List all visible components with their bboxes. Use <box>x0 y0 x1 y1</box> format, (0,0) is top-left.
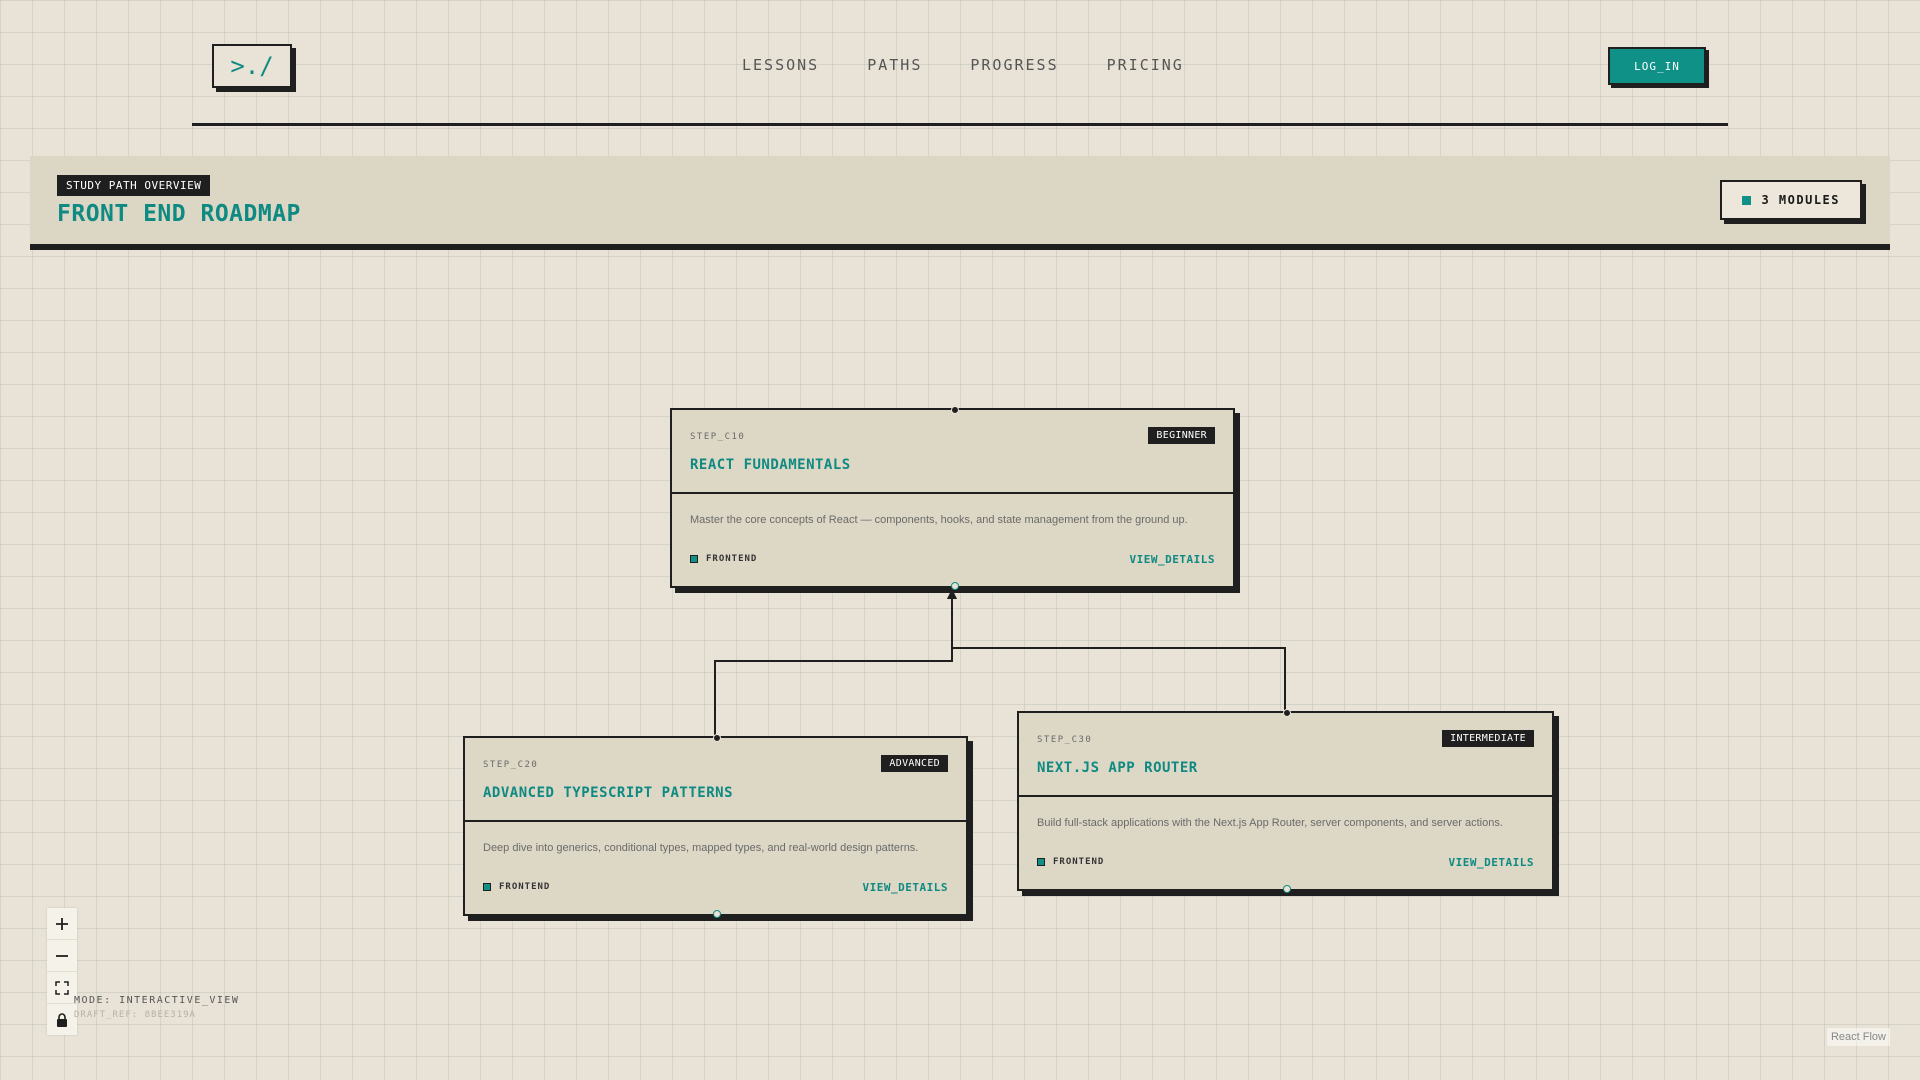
node-title: NEXT.JS APP ROUTER <box>1037 760 1198 776</box>
square-icon <box>483 883 491 891</box>
lock-icon <box>57 1012 67 1027</box>
node-header: STEP_C20 ADVANCED ADVANCED TYPESCRIPT PA… <box>465 738 966 822</box>
react-flow-attribution[interactable]: React Flow <box>1826 1028 1890 1046</box>
lock-button[interactable] <box>47 1004 77 1035</box>
level-badge: BEGINNER <box>1148 427 1215 444</box>
target-handle[interactable] <box>951 406 959 414</box>
level-badge: ADVANCED <box>881 755 948 772</box>
modules-badge: 3 MODULES <box>1720 180 1862 220</box>
target-handle[interactable] <box>713 734 721 742</box>
fit-view-icon <box>55 980 69 995</box>
section-label: STUDY PATH OVERVIEW <box>57 175 211 196</box>
step-id: STEP_C30 <box>1037 735 1093 745</box>
source-handle[interactable] <box>713 910 721 918</box>
step-id: STEP_C20 <box>483 760 539 770</box>
node-description: Master the core concepts of React — comp… <box>690 514 1188 526</box>
logo[interactable]: >./ <box>212 44 292 88</box>
square-icon <box>1037 858 1045 866</box>
nav-links: LESSONS PATHS PROGRESS PRICING <box>742 56 1184 74</box>
node-description: Deep dive into generics, conditional typ… <box>483 842 919 854</box>
step-id: STEP_C10 <box>690 432 746 442</box>
target-handle[interactable] <box>1283 709 1291 717</box>
flow-controls <box>47 908 77 1035</box>
zoom-out-button[interactable] <box>47 940 77 972</box>
tag-label: FRONTEND <box>499 882 551 892</box>
edge-c20-c10 <box>714 589 957 735</box>
login-button[interactable]: LOG_IN <box>1608 47 1706 85</box>
node-header: STEP_C10 BEGINNER REACT FUNDAMENTALS <box>672 410 1233 494</box>
level-badge: INTERMEDIATE <box>1442 730 1534 747</box>
view-details-link[interactable]: VIEW_DETAILS <box>863 881 948 894</box>
node-advanced-typescript[interactable]: STEP_C20 ADVANCED ADVANCED TYPESCRIPT PA… <box>463 734 968 918</box>
node-title: ADVANCED TYPESCRIPT PATTERNS <box>483 785 734 801</box>
node-tag: FRONTEND <box>690 554 757 564</box>
nav-progress[interactable]: PROGRESS <box>970 56 1058 74</box>
source-handle[interactable] <box>951 582 959 590</box>
edge-c30-c10 <box>947 589 1286 710</box>
node-react-fundamentals[interactable]: STEP_C10 BEGINNER REACT FUNDAMENTALS Mas… <box>670 406 1235 590</box>
top-nav: >./ LESSONS PATHS PROGRESS PRICING LOG_I… <box>192 0 1728 126</box>
minus-icon <box>56 954 68 957</box>
node-description: Build full-stack applications with the N… <box>1037 817 1503 829</box>
tag-label: FRONTEND <box>1053 857 1105 867</box>
page-title: FRONT END ROADMAP <box>57 201 301 227</box>
title-bar: STUDY PATH OVERVIEW FRONT END ROADMAP 3 … <box>30 156 1890 250</box>
plus-icon <box>56 917 68 930</box>
node-tag: FRONTEND <box>1037 857 1104 867</box>
node-nextjs-app-router[interactable]: STEP_C30 INTERMEDIATE NEXT.JS APP ROUTER… <box>1017 709 1554 893</box>
node-header: STEP_C30 INTERMEDIATE NEXT.JS APP ROUTER <box>1019 713 1552 797</box>
draft-reference: DRAFT_REF: 8BEE319A <box>74 1010 196 1020</box>
source-handle[interactable] <box>1283 885 1291 893</box>
node-tag: FRONTEND <box>483 882 550 892</box>
tag-label: FRONTEND <box>706 554 758 564</box>
page: >./ LESSONS PATHS PROGRESS PRICING LOG_I… <box>0 0 1920 1080</box>
nav-lessons[interactable]: LESSONS <box>742 56 819 74</box>
zoom-in-button[interactable] <box>47 908 77 940</box>
node-body: Build full-stack applications with the N… <box>1019 797 1552 887</box>
nav-pricing[interactable]: PRICING <box>1107 56 1184 74</box>
square-icon <box>690 555 698 563</box>
node-title: REACT FUNDAMENTALS <box>690 457 851 473</box>
view-details-link[interactable]: VIEW_DETAILS <box>1449 856 1534 869</box>
square-icon <box>1742 195 1752 205</box>
view-details-link[interactable]: VIEW_DETAILS <box>1130 553 1215 566</box>
nav-paths[interactable]: PATHS <box>867 56 922 74</box>
modules-count: 3 MODULES <box>1761 193 1840 207</box>
fit-view-button[interactable] <box>47 972 77 1004</box>
mode-indicator: MODE: INTERACTIVE_VIEW <box>74 995 240 1006</box>
node-body: Master the core concepts of React — comp… <box>672 494 1233 584</box>
node-body: Deep dive into generics, conditional typ… <box>465 822 966 912</box>
